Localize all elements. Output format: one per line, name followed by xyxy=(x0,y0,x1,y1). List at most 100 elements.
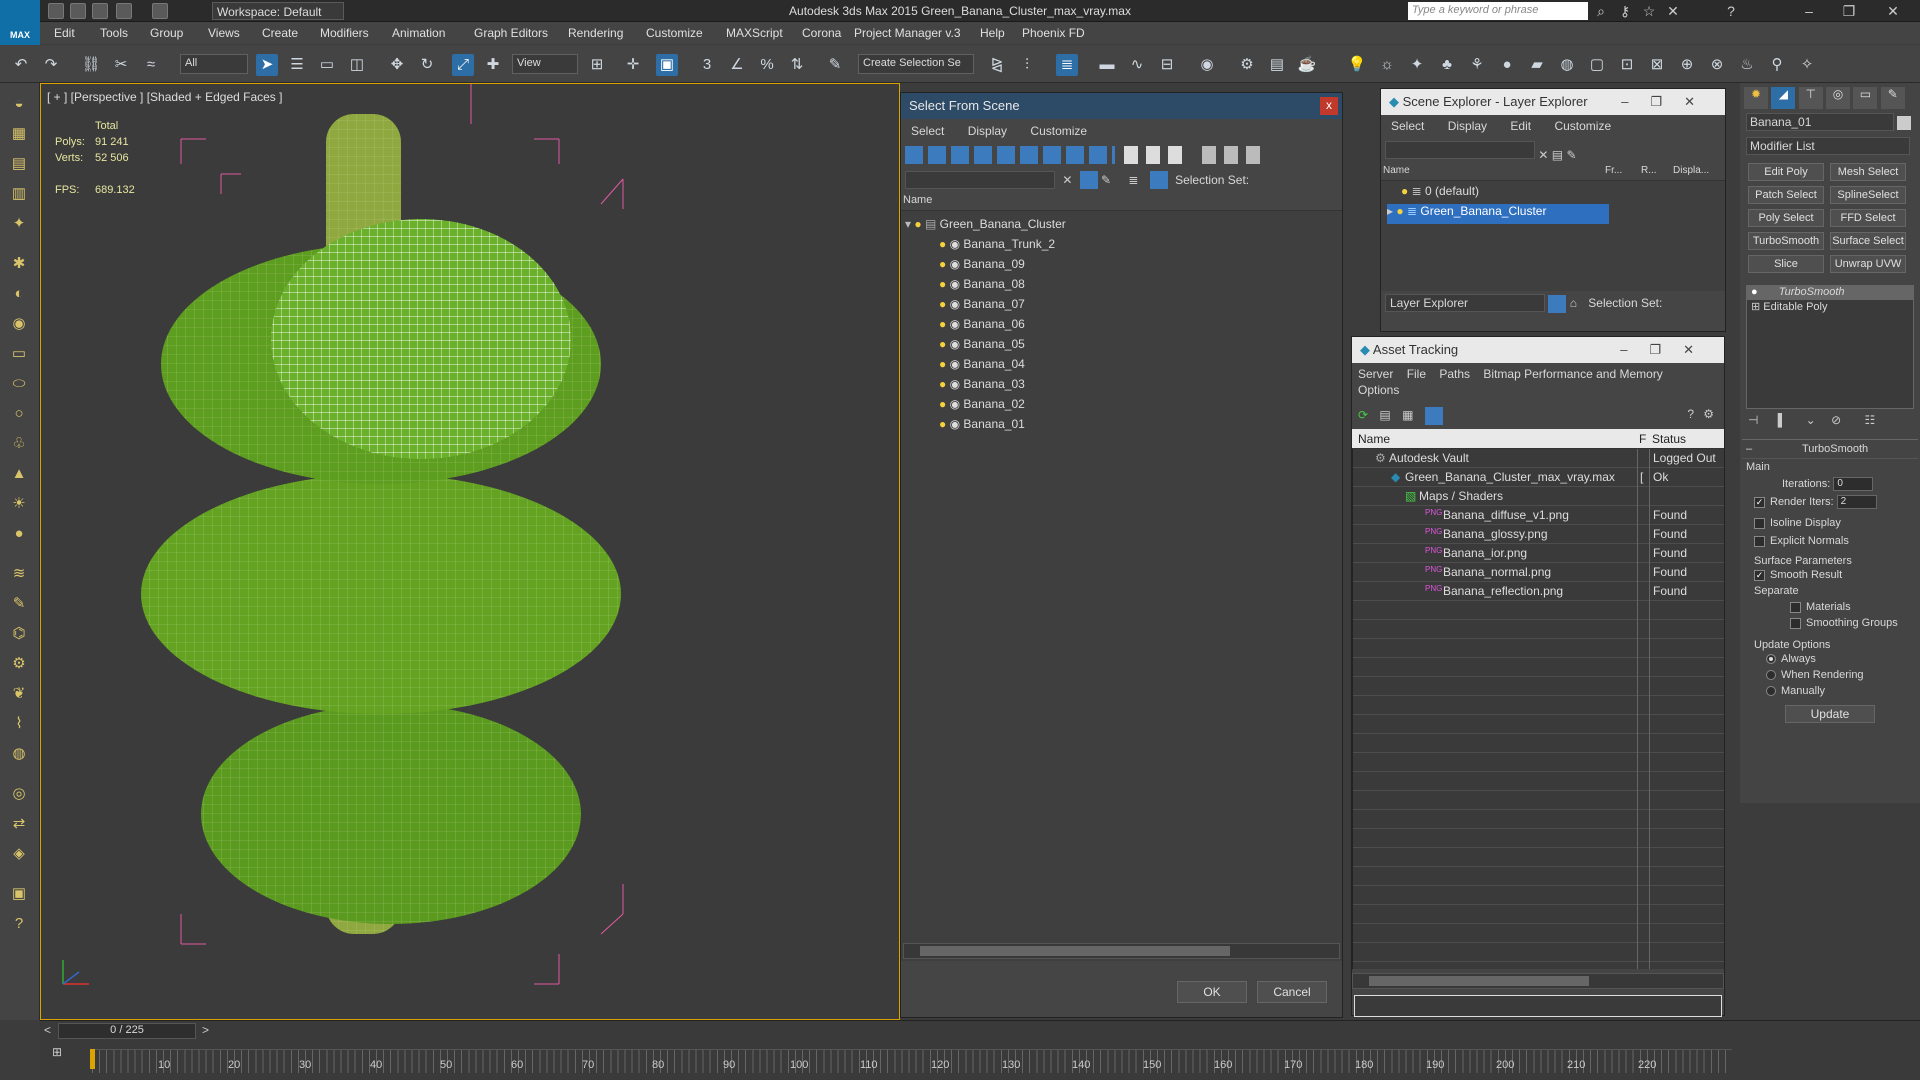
menu-views[interactable]: Views xyxy=(208,26,240,40)
snap-3d-icon[interactable]: 3 xyxy=(696,54,718,76)
move-icon[interactable]: ✥ xyxy=(386,54,408,76)
reference-coordinate-dropdown[interactable]: View xyxy=(512,54,578,74)
explicit-normals-checkbox[interactable] xyxy=(1754,535,1765,547)
remove-modifier-icon[interactable]: ⊘ xyxy=(1831,413,1841,427)
table-row[interactable]: ▧ Maps / Shaders xyxy=(1353,487,1725,507)
wand-icon[interactable]: ✎ xyxy=(1101,173,1119,187)
sphere-icon[interactable]: ● xyxy=(8,523,30,545)
filter-icon[interactable]: ▤ xyxy=(1552,148,1563,162)
menu-group[interactable]: Group xyxy=(150,26,183,40)
layer-row-default[interactable]: ● ≣ 0 (default) xyxy=(1401,184,1721,204)
bulb-icon[interactable]: ✦ xyxy=(8,213,30,235)
photo-icon[interactable]: ▭ xyxy=(8,343,30,365)
scale-icon[interactable]: ⤢ xyxy=(452,54,474,76)
filter-icons[interactable] xyxy=(1201,146,1266,164)
clone-icon[interactable]: ◐ xyxy=(8,283,30,305)
hierarchy-icon[interactable]: ⌂ xyxy=(1570,296,1577,310)
scrollbar-thumb[interactable] xyxy=(920,946,1230,956)
unwrap-uvw-button[interactable]: Unwrap UVW xyxy=(1830,255,1906,273)
selection-filter-dropdown[interactable]: All xyxy=(180,54,248,74)
layers-icon[interactable]: ◈ xyxy=(8,843,30,865)
col-name[interactable]: Name xyxy=(1358,432,1390,446)
menu-maxscript[interactable]: MAXScript xyxy=(726,26,783,40)
poly-select-button[interactable]: Poly Select xyxy=(1748,209,1824,227)
table-row[interactable]: PNG Banana_ior.png Found xyxy=(1353,544,1725,564)
filter-icon[interactable] xyxy=(1079,171,1098,189)
column-header-name[interactable]: Name xyxy=(901,193,1342,211)
undo-icon[interactable]: ↶ xyxy=(10,54,32,76)
plane-icon[interactable]: ▰ xyxy=(1526,54,1548,76)
bulb-icon[interactable]: ● xyxy=(939,297,946,311)
layer-row-green-banana[interactable]: ▸ ● ≣ Green_Banana_Cluster xyxy=(1387,204,1609,224)
create-tab-icon[interactable]: ✹ xyxy=(1744,87,1768,109)
menu-create[interactable]: Create xyxy=(262,26,298,40)
menu-phoenix-fd[interactable]: Phoenix FD xyxy=(1022,26,1085,40)
when-rendering-radio[interactable] xyxy=(1766,670,1776,681)
table-row[interactable]: PNG Banana_reflection.png Found xyxy=(1353,582,1725,602)
placement-icon[interactable]: ✚ xyxy=(482,54,504,76)
unlink-icon[interactable]: ✂ xyxy=(110,54,132,76)
globe-icon[interactable]: ◎ xyxy=(8,783,30,805)
always-radio[interactable] xyxy=(1766,654,1776,665)
list-mode-icons[interactable] xyxy=(1124,146,1189,164)
phoenix-icon[interactable]: ♨ xyxy=(1736,54,1758,76)
bind-space-warp-icon[interactable]: ≈ xyxy=(140,54,162,76)
menu-help[interactable]: Help xyxy=(980,26,1005,40)
window-crossing-icon[interactable]: ◫ xyxy=(346,54,368,76)
find-input[interactable] xyxy=(905,171,1055,189)
tree-row[interactable]: ● ◉ Banana_04 xyxy=(939,357,1025,377)
curve-editor-icon[interactable]: ∿ xyxy=(1126,54,1148,76)
materials-checkbox[interactable] xyxy=(1790,601,1801,613)
surface-select-button[interactable]: Surface Select xyxy=(1830,232,1906,250)
mirror-icon[interactable]: ⧎ xyxy=(986,54,1008,76)
tree-row-root[interactable]: ▾ ● ▤ Green_Banana_Cluster xyxy=(905,217,1066,237)
menu-select[interactable]: Select xyxy=(1391,119,1424,133)
modifier-list-dropdown[interactable]: Modifier List xyxy=(1746,137,1910,155)
wrench-icon[interactable]: ✎ xyxy=(8,593,30,615)
table-icon[interactable]: ▦ xyxy=(1402,408,1413,422)
scene-icon[interactable]: ▦ xyxy=(8,123,30,145)
slice-button[interactable]: Slice xyxy=(1748,255,1824,273)
frame-buffer-icon[interactable]: ▢ xyxy=(1586,54,1608,76)
hierarchy-tab-icon[interactable]: ⊤ xyxy=(1798,87,1823,109)
time-marker[interactable] xyxy=(90,1049,95,1069)
layers-icon[interactable]: ≣ xyxy=(1128,173,1146,187)
curve-editor-icon[interactable]: ⊞ xyxy=(52,1045,62,1059)
window-controls-icon[interactable]: –❐✕ xyxy=(1620,342,1716,358)
stack-item-editable-poly[interactable]: ⊞ Editable Poly xyxy=(1747,300,1913,314)
iterations-spinner[interactable]: 0 xyxy=(1833,477,1874,491)
col-render[interactable]: R... xyxy=(1641,165,1657,176)
bulb-icon[interactable]: ● xyxy=(914,217,921,231)
binoculars-icon[interactable]: ⌕ xyxy=(1592,2,1610,20)
command-icon[interactable]: ◒ xyxy=(8,93,30,115)
expand-icon[interactable]: ⊞ xyxy=(1751,301,1760,313)
tree-row[interactable]: ● ◉ Banana_01 xyxy=(939,417,1025,437)
smoothing-groups-checkbox[interactable] xyxy=(1790,617,1801,629)
menu-customize[interactable]: Customize xyxy=(1554,119,1611,133)
time-slider[interactable]: 0 / 225 xyxy=(58,1023,196,1039)
angle-snap-icon[interactable]: ∠ xyxy=(726,54,748,76)
rotate-icon[interactable]: ↻ xyxy=(416,54,438,76)
tree-row[interactable]: ● ◉ Banana_08 xyxy=(939,277,1025,297)
next-frame-icon[interactable]: > xyxy=(202,1023,209,1037)
redo-icon[interactable]: ↷ xyxy=(40,54,62,76)
refresh-icon[interactable]: ⟳ xyxy=(1358,408,1368,422)
menu-animation[interactable]: Animation xyxy=(392,26,445,40)
col-full-path[interactable]: F xyxy=(1639,432,1646,446)
prev-frame-icon[interactable]: < xyxy=(44,1023,51,1037)
exchange-icon[interactable]: ✕ xyxy=(1664,2,1682,20)
percent-snap-icon[interactable]: % xyxy=(756,54,778,76)
circle-icon[interactable]: ○ xyxy=(8,403,30,425)
clear-icon[interactable]: ✕ xyxy=(1058,173,1076,187)
table-row[interactable]: ⚙ Autodesk Vault Logged Out xyxy=(1353,449,1725,469)
render-iters-checkbox[interactable]: ✓ xyxy=(1754,496,1765,508)
display-tab-icon[interactable]: ▭ xyxy=(1853,87,1878,109)
menu-customize[interactable]: Customize xyxy=(646,26,703,40)
interactive-render-icon[interactable]: ⊕ xyxy=(1676,54,1698,76)
bulb-icon[interactable]: ● xyxy=(939,377,946,391)
edit-named-sets-icon[interactable]: ✎ xyxy=(824,54,846,76)
manually-radio[interactable] xyxy=(1766,686,1776,697)
vfb-icon[interactable]: ⊡ xyxy=(1616,54,1638,76)
render-region-icon[interactable]: ⊠ xyxy=(1646,54,1668,76)
fur-icon[interactable]: ⚘ xyxy=(1466,54,1488,76)
